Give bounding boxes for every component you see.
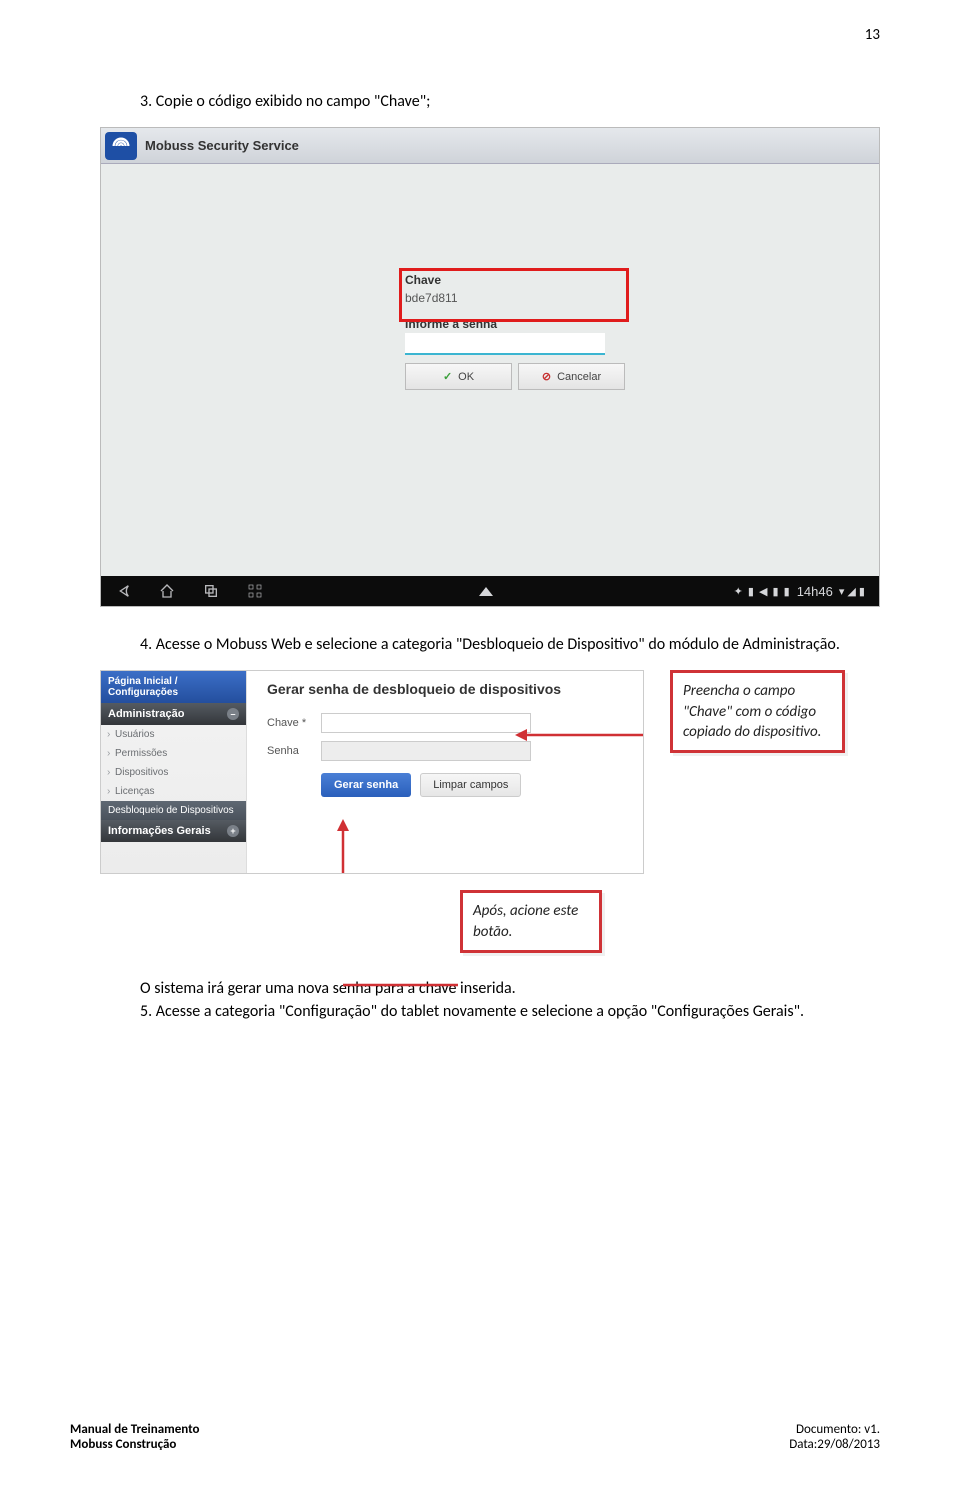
page-number: 13: [865, 26, 880, 44]
senha-field-label: Senha: [267, 745, 321, 757]
senha-input[interactable]: [405, 333, 605, 355]
expand-icon: +: [227, 825, 239, 837]
app-title: Mobuss Security Service: [145, 138, 299, 153]
result-text: O sistema irá gerar uma nova senha para …: [100, 977, 880, 1000]
sidebar-section-admin-label: Administração: [108, 708, 184, 720]
page-footer: Manual de Treinamento Mobuss Construção …: [70, 1422, 880, 1452]
red-highlight-box: [399, 268, 629, 322]
recents-icon[interactable]: [203, 583, 219, 599]
chave-field-label: Chave *: [267, 717, 321, 729]
back-icon[interactable]: [115, 583, 131, 599]
android-navbar: ✦ ▮ ◀ ▮ ▮ 14h46 ▾ ◢ ▮: [101, 576, 879, 606]
app-logo-icon: [105, 132, 137, 160]
instruction-3: 3. Copie o código exibido no campo "Chav…: [100, 90, 880, 113]
sidebar: Página Inicial / Configurações Administr…: [101, 671, 247, 873]
callout-apos: Após, acione este botão.: [460, 890, 602, 953]
instruction-4: 4. Acesse o Mobuss Web e selecione a cat…: [100, 633, 880, 656]
footer-subtitle: Mobuss Construção: [70, 1437, 176, 1452]
main-panel: Gerar senha de desbloqueio de dispositiv…: [253, 671, 643, 873]
sidebar-item-permissoes[interactable]: Permissões: [101, 744, 246, 763]
sidebar-item-dispositivos[interactable]: Dispositivos: [101, 763, 246, 782]
cancel-label: Cancelar: [557, 371, 601, 383]
ok-label: OK: [458, 371, 474, 383]
panel-heading: Gerar senha de desbloqueio de dispositiv…: [267, 681, 629, 697]
senha-field-input: [321, 741, 531, 761]
sidebar-section-info[interactable]: Informações Gerais +: [101, 820, 246, 842]
app-titlebar: Mobuss Security Service: [101, 128, 879, 164]
sidebar-item-licencas[interactable]: Licenças: [101, 782, 246, 801]
wifi-icon: ▾ ◢ ▮: [839, 585, 865, 598]
clock-text: 14h46: [797, 584, 833, 599]
sidebar-section-info-label: Informações Gerais: [108, 825, 211, 837]
check-icon: ✓: [443, 370, 452, 383]
screenshot-icon[interactable]: [247, 583, 263, 599]
footer-doc: Documento: v1.: [789, 1422, 880, 1437]
sidebar-item-desbloqueio-active[interactable]: Desbloqueio de Dispositivos: [101, 801, 246, 820]
limpar-campos-button[interactable]: Limpar campos: [420, 773, 521, 797]
cancel-icon: ⊘: [542, 370, 551, 383]
footer-date: Data:29/08/2013: [789, 1437, 880, 1452]
status-icons: ✦ ▮ ◀ ▮ ▮: [734, 585, 791, 598]
sidebar-item-usuarios[interactable]: Usuários: [101, 725, 246, 744]
expand-icon[interactable]: [479, 587, 493, 596]
chave-field-input[interactable]: [321, 713, 531, 733]
collapse-icon: –: [227, 708, 239, 720]
cancel-button[interactable]: ⊘ Cancelar: [518, 363, 625, 390]
instruction-5: 5. Acesse a categoria "Configuração" do …: [100, 1000, 880, 1023]
gerar-senha-button[interactable]: Gerar senha: [321, 773, 411, 797]
callout-preencha: Preencha o campo "Chave" com o código co…: [670, 670, 845, 753]
footer-title: Manual de Treinamento: [70, 1422, 199, 1437]
breadcrumb[interactable]: Página Inicial / Configurações: [101, 671, 246, 703]
home-icon[interactable]: [159, 583, 175, 599]
ok-button[interactable]: ✓ OK: [405, 363, 512, 390]
sidebar-section-admin[interactable]: Administração –: [101, 703, 246, 725]
tablet-screenshot: Mobuss Security Service Chave bde7d811 I…: [100, 127, 880, 607]
web-screenshot: Página Inicial / Configurações Administr…: [100, 670, 644, 874]
